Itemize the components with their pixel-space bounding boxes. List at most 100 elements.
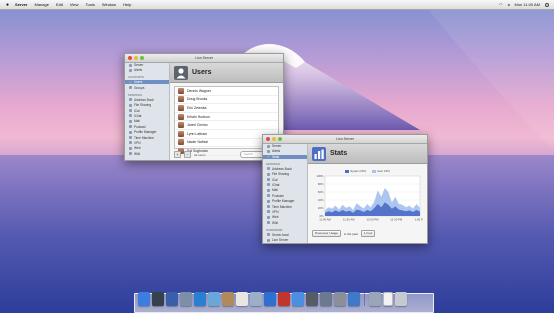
file-sharing-icon xyxy=(267,172,270,176)
profile-manager-icon xyxy=(267,199,270,203)
sidebar-item-ical[interactable]: iCal xyxy=(267,178,307,182)
sidebar-item-ical[interactable]: iCal xyxy=(129,109,169,113)
metric-popup[interactable]: Processor Usage xyxy=(312,230,342,237)
stats-window-titlebar[interactable]: Lion Server xyxy=(263,135,427,144)
sidebar-item-ichat[interactable]: iChat xyxy=(129,114,169,118)
mission-control-icon[interactable] xyxy=(166,292,178,306)
menu-tools[interactable]: Tools xyxy=(85,2,94,7)
user-name: Nader Nafissi xyxy=(187,140,209,145)
sidebar-item-server[interactable]: Server xyxy=(129,63,169,67)
user-row[interactable]: Doug Brooks xyxy=(175,96,278,105)
mail-icon[interactable] xyxy=(208,292,220,306)
sidebar-item-groups[interactable]: Groups xyxy=(129,86,169,90)
sidebar-item-podcast[interactable]: Podcast xyxy=(267,194,307,198)
preview-icon[interactable] xyxy=(250,292,262,306)
sidebar-item-vpn[interactable]: VPN xyxy=(267,210,307,214)
menu-server[interactable]: Server xyxy=(15,2,27,7)
menu-help[interactable]: Help xyxy=(123,2,131,7)
sidebar-item-label: Web xyxy=(272,215,279,220)
system-preferences-icon[interactable] xyxy=(334,292,346,306)
sidebar-item-server[interactable]: Server xyxy=(267,144,307,148)
sidebar-item-web[interactable]: Web xyxy=(267,215,307,219)
users-window-titlebar[interactable]: Lion Server xyxy=(125,54,283,63)
sidebar-item-time-machine[interactable]: Time Machine xyxy=(267,205,307,209)
photo-booth-icon[interactable] xyxy=(278,292,290,306)
itunes-icon[interactable] xyxy=(264,292,276,306)
volume-icon[interactable]: ◂ xyxy=(507,2,509,7)
sidebar-item-stats[interactable]: Stats xyxy=(263,154,307,159)
sidebar-item-lion-server[interactable]: Lion Server xyxy=(267,238,307,242)
minimize-button[interactable] xyxy=(134,56,138,60)
sidebar-item-mail[interactable]: Mail xyxy=(267,188,307,192)
users-icon xyxy=(129,80,132,84)
facetime-icon[interactable] xyxy=(306,292,318,306)
sidebar-item-alerts[interactable]: Alerts xyxy=(267,149,307,153)
user-row[interactable]: Jared Cimino xyxy=(175,121,278,130)
add-user-button[interactable]: + xyxy=(174,151,181,158)
menu-manage[interactable]: Manage xyxy=(35,2,49,7)
dock-separator xyxy=(364,292,365,306)
ical-icon[interactable] xyxy=(236,292,248,306)
app-stack-icon[interactable] xyxy=(369,292,381,306)
sidebar-item-label: Wiki xyxy=(134,151,141,156)
menu-view[interactable]: View xyxy=(70,2,79,7)
sidebar-item-file-sharing[interactable]: File Sharing xyxy=(267,172,307,176)
sidebar-item-profile-manager[interactable]: Profile Manager xyxy=(267,199,307,203)
period-popup[interactable]: 1 hour xyxy=(360,230,376,237)
sidebar-item-profile-manager[interactable]: Profile Manager xyxy=(129,130,169,134)
sidebar-item-file-sharing[interactable]: File Sharing xyxy=(129,103,169,107)
minimize-button[interactable] xyxy=(272,137,276,141)
sidebar-item-server-local[interactable]: Server.local xyxy=(267,233,307,237)
clock[interactable]: Mon 11:00 AM xyxy=(515,2,541,7)
menu-edit[interactable]: Edit xyxy=(56,2,63,7)
sidebar-item-time-machine[interactable]: Time Machine xyxy=(129,136,169,140)
safari-icon[interactable] xyxy=(194,292,206,306)
sidebar-item-users[interactable]: Users xyxy=(125,80,169,85)
finder-icon[interactable] xyxy=(138,292,150,306)
trash-icon[interactable] xyxy=(395,292,407,306)
sidebar-item-address-book[interactable]: Address Book xyxy=(267,167,307,171)
launchpad-icon[interactable] xyxy=(180,292,192,306)
user-row[interactable]: Dennis Wagner xyxy=(175,87,278,96)
sidebar-item-ichat[interactable]: iChat xyxy=(267,183,307,187)
menu-window[interactable]: Window xyxy=(102,2,116,7)
x-tick-label: 1:00 PM xyxy=(415,218,423,222)
apple-menu-icon[interactable]: ● xyxy=(6,2,9,8)
document-icon[interactable] xyxy=(383,292,393,306)
sidebar-item-label: Web xyxy=(134,146,141,151)
x-tick-label: 11:00 AM xyxy=(319,218,331,222)
xcode-icon[interactable] xyxy=(320,292,332,306)
remove-user-button[interactable]: − xyxy=(184,151,191,158)
user-name: Eric Zelenka xyxy=(187,105,207,110)
legend-swatch-user xyxy=(372,170,377,173)
zoom-button[interactable] xyxy=(278,137,282,141)
zoom-button[interactable] xyxy=(140,56,144,60)
sidebar-item-alerts[interactable]: Alerts xyxy=(129,68,169,72)
y-tick-label: 20% xyxy=(318,206,324,210)
dashboard-icon[interactable] xyxy=(152,292,164,306)
users-filter[interactable]: All users xyxy=(194,153,206,157)
sidebar-item-podcast[interactable]: Podcast xyxy=(129,125,169,129)
sidebar-item-mail[interactable]: Mail xyxy=(129,119,169,123)
lion-server-icon xyxy=(267,238,270,242)
mac-app-store-icon[interactable] xyxy=(292,292,304,306)
file-sharing-icon xyxy=(129,103,132,107)
address-book-icon[interactable] xyxy=(222,292,234,306)
server-local-icon xyxy=(267,233,270,237)
wiki-icon xyxy=(267,221,270,225)
sidebar-item-label: Mail xyxy=(272,188,278,193)
sidebar-item-address-book[interactable]: Address Book xyxy=(129,98,169,102)
server-admin-icon[interactable] xyxy=(348,292,360,306)
page-title: Users xyxy=(192,69,212,76)
sidebar-item-vpn[interactable]: VPN xyxy=(129,141,169,145)
wifi-icon[interactable]: ◠ xyxy=(499,2,503,7)
groups-icon xyxy=(129,86,132,90)
user-row[interactable]: Eric Zelenka xyxy=(175,104,278,113)
close-button[interactable] xyxy=(266,137,270,141)
user-row[interactable]: Kristin Hudson xyxy=(175,113,278,122)
sidebar-item-wiki[interactable]: Wiki xyxy=(267,221,307,225)
sidebar-item-web[interactable]: Web xyxy=(129,146,169,150)
close-button[interactable] xyxy=(128,56,132,60)
spotlight-icon[interactable] xyxy=(545,3,549,7)
sidebar-item-wiki[interactable]: Wiki xyxy=(129,152,169,156)
